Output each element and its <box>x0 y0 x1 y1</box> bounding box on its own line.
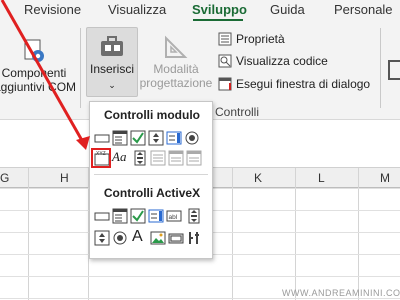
red-arrow-icon <box>0 0 90 150</box>
watermark: WWW.ANDREAMININI.COM <box>282 288 400 298</box>
